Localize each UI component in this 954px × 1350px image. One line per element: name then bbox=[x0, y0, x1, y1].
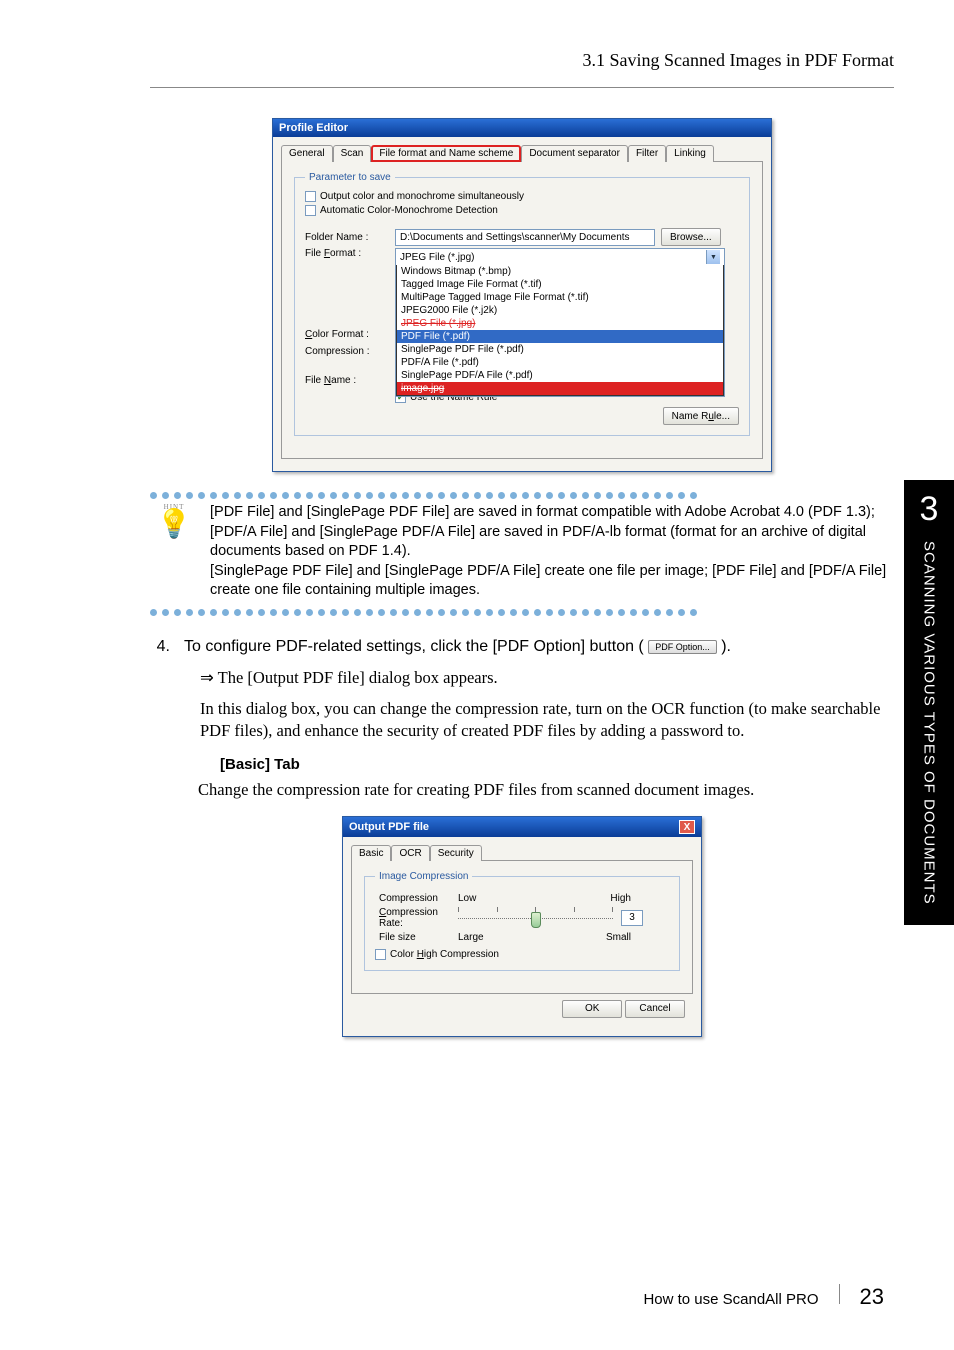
basic-tab-heading: [Basic] Tab bbox=[220, 756, 894, 773]
dd-opt-sppdf[interactable]: SinglePage PDF File (*.pdf) bbox=[397, 343, 723, 356]
pdf-option-button[interactable]: PDF Option... bbox=[648, 640, 717, 654]
profile-editor-dialog: Profile Editor General Scan File format … bbox=[272, 118, 772, 472]
chk-color-high-compression[interactable]: Color High Compression bbox=[375, 949, 669, 960]
dd-opt-imagejpg[interactable]: image.jpg bbox=[397, 382, 723, 395]
browse-button[interactable]: Browse... bbox=[661, 228, 721, 246]
chk-auto-detection[interactable]: Automatic Color-Monochrome Detection bbox=[305, 205, 739, 216]
tab-file-format[interactable]: File format and Name scheme bbox=[371, 145, 521, 162]
dot-divider bbox=[150, 609, 894, 616]
tab-doc-separator[interactable]: Document separator bbox=[521, 145, 628, 162]
tab-ocr[interactable]: OCR bbox=[391, 845, 429, 861]
output-pdf-dialog: Output PDF file X Basic OCR Security Ima… bbox=[342, 816, 702, 1037]
file-name-label: File Name : bbox=[305, 375, 395, 386]
dd-opt-jpg[interactable]: JPEG File (*.jpg) bbox=[397, 317, 723, 330]
hint-icon: HINT 💡 bbox=[150, 503, 198, 539]
tab-security[interactable]: Security bbox=[430, 845, 482, 861]
param-legend: Parameter to save bbox=[305, 172, 395, 183]
close-icon[interactable]: X bbox=[679, 820, 695, 834]
folder-name-input[interactable] bbox=[395, 229, 655, 246]
tab-linking[interactable]: Linking bbox=[666, 145, 714, 162]
compression-label: Compression : bbox=[305, 346, 395, 357]
compression-label: Compression bbox=[375, 893, 450, 904]
dd-opt-bmp[interactable]: Windows Bitmap (*.bmp) bbox=[397, 265, 723, 278]
dd-opt-j2k[interactable]: JPEG2000 File (*.j2k) bbox=[397, 304, 723, 317]
file-format-label: File Format : bbox=[305, 248, 395, 259]
folder-name-label: Folder Name : bbox=[305, 232, 395, 243]
basic-tab-desc: Change the compression rate for creating… bbox=[198, 779, 894, 801]
dialog-title: Profile Editor bbox=[279, 122, 348, 134]
dd-opt-pdfa[interactable]: PDF/A File (*.pdf) bbox=[397, 356, 723, 369]
body-paragraph: In this dialog box, you can change the c… bbox=[200, 698, 894, 743]
file-size-label: File size bbox=[375, 932, 450, 943]
page-footer: How to use ScandAll PRO 23 bbox=[643, 1284, 884, 1310]
section-header: 3.1 Saving Scanned Images in PDF Format bbox=[150, 50, 894, 77]
step-4: 4. To configure PDF-related settings, cl… bbox=[150, 638, 894, 656]
image-compression-legend: Image Compression bbox=[375, 871, 472, 882]
chevron-down-icon: ▼ bbox=[706, 250, 720, 264]
chapter-tab: 3 SCANNING VARIOUS TYPES OF DOCUMENTS bbox=[904, 480, 954, 925]
dialog-title: Output PDF file bbox=[349, 821, 429, 833]
compression-slider[interactable] bbox=[458, 907, 613, 929]
file-format-dropdown[interactable]: JPEG File (*.jpg) ▼ Windows Bitmap (*.bmp… bbox=[395, 248, 725, 397]
compression-rate-label: CompressionRate: bbox=[375, 907, 450, 929]
dd-opt-sppdfa[interactable]: SinglePage PDF/A File (*.pdf) bbox=[397, 369, 723, 382]
compression-rate-value: 3 bbox=[621, 910, 643, 926]
cancel-button[interactable]: Cancel bbox=[625, 1000, 685, 1018]
dd-opt-mtif[interactable]: MultiPage Tagged Image File Format (*.ti… bbox=[397, 291, 723, 304]
dd-opt-pdf[interactable]: PDF File (*.pdf) bbox=[397, 330, 723, 343]
color-format-label: Color Format : bbox=[305, 329, 395, 340]
dd-opt-tif[interactable]: Tagged Image File Format (*.tif) bbox=[397, 278, 723, 291]
name-rule-button[interactable]: Name Rule... bbox=[663, 407, 739, 425]
hint-text: [PDF File] and [SinglePage PDF File] are… bbox=[210, 503, 894, 601]
tab-basic[interactable]: Basic bbox=[351, 845, 391, 861]
result-line: ⇒ The [Output PDF file] dialog box appea… bbox=[200, 668, 894, 688]
ok-button[interactable]: OK bbox=[562, 1000, 622, 1018]
tab-scan[interactable]: Scan bbox=[333, 145, 372, 162]
tab-general[interactable]: General bbox=[281, 145, 333, 162]
tab-filter[interactable]: Filter bbox=[628, 145, 666, 162]
chk-output-color-mono[interactable]: Output color and monochrome simultaneous… bbox=[305, 191, 739, 202]
dot-divider bbox=[150, 492, 894, 499]
